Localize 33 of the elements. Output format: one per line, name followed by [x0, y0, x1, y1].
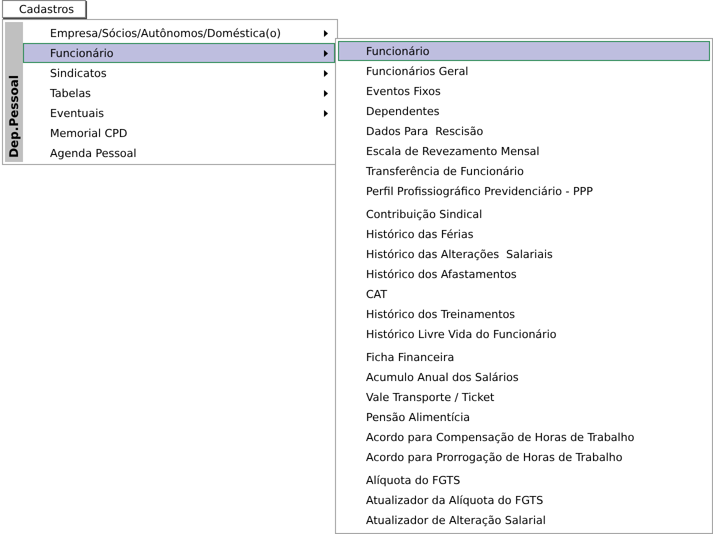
- menu-item[interactable]: Agenda Pessoal: [23, 143, 335, 163]
- menu-item[interactable]: Contribuição Sindical: [338, 204, 710, 224]
- cadastros-menu[interactable]: Cadastros: [2, 0, 86, 18]
- menu-item[interactable]: Histórico Livre Vida do Funcionário: [338, 324, 710, 344]
- menu-item[interactable]: CAT: [338, 284, 710, 304]
- menu-item[interactable]: Vale Transporte / Ticket: [338, 387, 710, 407]
- menu-item[interactable]: Funcionário: [338, 41, 710, 61]
- menu-item[interactable]: Histórico das Férias: [338, 224, 710, 244]
- menu-item[interactable]: Eventuais: [23, 103, 335, 123]
- menu-item[interactable]: Pensão Alimentícia: [338, 407, 710, 427]
- menu-item[interactable]: Atualizador de Alteração Salarial: [338, 510, 710, 530]
- menu-item[interactable]: Escala de Revezamento Mensal: [338, 141, 710, 161]
- menu-item[interactable]: Funcionário: [23, 43, 335, 63]
- band-label: Dep.Pessoal: [7, 75, 21, 158]
- menu-item[interactable]: Sindicatos: [23, 63, 335, 83]
- menu-item[interactable]: Histórico das Alterações Salariais: [338, 244, 710, 264]
- menu-item[interactable]: Acordo para Compensação de Horas de Trabalho: [338, 427, 710, 447]
- menu-item[interactable]: Acordo para Prorrogação de Horas de Trabalho: [338, 447, 710, 467]
- menu-item[interactable]: Dependentes: [338, 101, 710, 121]
- menu-item[interactable]: Tabelas: [23, 83, 335, 103]
- menu-item[interactable]: Memorial CPD: [23, 123, 335, 143]
- menu-item[interactable]: Empresa/Sócios/Autônomos/Doméstica(o): [23, 23, 335, 43]
- menu-item[interactable]: Transferência de Funcionário: [338, 161, 710, 181]
- menu-item[interactable]: Atualizador da Alíquota do FGTS: [338, 490, 710, 510]
- menu-item[interactable]: Histórico dos Treinamentos: [338, 304, 710, 324]
- menu-item[interactable]: Perfil Profissiográfico Previdenciário - PPP: [338, 181, 710, 201]
- menu-item[interactable]: Funcionários Geral: [338, 61, 710, 81]
- menu-item[interactable]: Ficha Financeira: [338, 347, 710, 367]
- menu-item[interactable]: Acumulo Anual dos Salários: [338, 367, 710, 387]
- menu-item[interactable]: Histórico dos Afastamentos: [338, 264, 710, 284]
- menu-item[interactable]: Dados Para Rescisão: [338, 121, 710, 141]
- menu-item[interactable]: Eventos Fixos: [338, 81, 710, 101]
- menu-item[interactable]: Alíquota do FGTS: [338, 470, 710, 490]
